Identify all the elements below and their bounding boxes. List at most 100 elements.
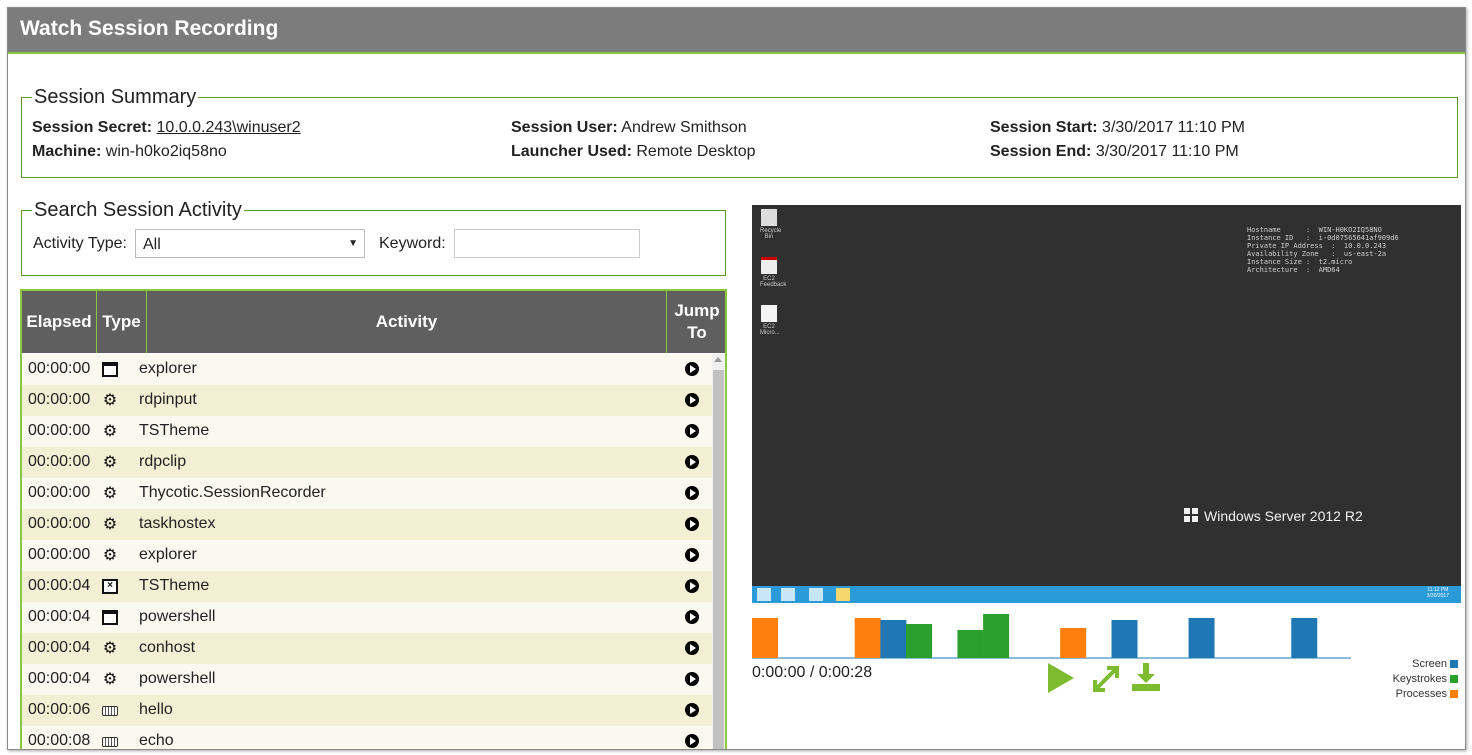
fullscreen-button[interactable]: [1091, 664, 1121, 694]
jump-to-play-icon[interactable]: [685, 455, 699, 469]
launcher-used: Launcher Used: Remote Desktop: [511, 143, 756, 161]
jump-to-play-icon[interactable]: [685, 424, 699, 438]
timeline-bar-screen[interactable]: [1188, 618, 1215, 658]
legend-keystrokes: Keystrokes: [1378, 673, 1458, 688]
timeline-bar-processes[interactable]: [752, 618, 778, 658]
session-start-label: Session Start:: [990, 119, 1098, 136]
header-type[interactable]: Type: [97, 291, 147, 353]
elapsed-cell: 00:00:00: [28, 360, 91, 377]
table-row[interactable]: 00:00:04 × TSTheme: [22, 571, 712, 602]
activity-cell: TSTheme: [139, 577, 210, 594]
elapsed-cell: 00:00:00: [28, 391, 91, 408]
activity-timeline[interactable]: [752, 612, 1461, 662]
activity-cell: powershell: [139, 608, 216, 625]
timeline-bar-screen[interactable]: [1291, 618, 1318, 658]
ec2-feedback-icon: [761, 257, 777, 274]
activity-cell: taskhostex: [139, 515, 216, 532]
grid-scrollbar[interactable]: [712, 354, 725, 749]
desktop-icon-ec2-micro[interactable]: EC2 Micro...: [760, 305, 780, 336]
keyword-input[interactable]: [454, 229, 640, 258]
download-button[interactable]: [1131, 662, 1161, 692]
desktop-icon-recycle-bin[interactable]: Recycle Bin: [760, 209, 782, 240]
window-icon: [102, 610, 118, 625]
recycle-bin-icon: [761, 209, 777, 226]
table-row[interactable]: 00:00:00 ⚙ explorer: [22, 540, 712, 571]
legend-label: Keystrokes: [1392, 673, 1447, 685]
timeline-bar-keystrokes[interactable]: [983, 614, 1010, 658]
table-row[interactable]: 00:00:00 ⚙ rdpinput: [22, 385, 712, 416]
gear-icon: ⚙: [102, 547, 118, 564]
remote-taskbar: 11:12 PM 3/30/2017: [752, 586, 1461, 603]
jump-to-play-icon[interactable]: [685, 517, 699, 531]
elapsed-cell: 00:00:04: [28, 639, 91, 656]
session-user-label: Session User:: [511, 119, 618, 136]
desktop-icon-label: Recycle Bin: [760, 228, 782, 240]
jump-to-play-icon[interactable]: [685, 486, 699, 500]
activity-cell: rdpinput: [139, 391, 197, 408]
jump-to-play-icon[interactable]: [685, 362, 699, 376]
server-manager-icon: [781, 588, 795, 601]
gear-icon: ⚙: [102, 392, 118, 409]
timeline-bar-keystrokes[interactable]: [957, 630, 984, 658]
timeline-bar-processes[interactable]: [854, 618, 881, 658]
timeline-bar-processes[interactable]: [1060, 628, 1087, 658]
activity-cell: Thycotic.SessionRecorder: [139, 484, 326, 501]
activity-type-label: Activity Type:: [33, 235, 127, 252]
table-row[interactable]: 00:00:00 explorer: [22, 354, 712, 385]
jump-to-play-icon[interactable]: [685, 734, 699, 748]
timeline-bar-keystrokes[interactable]: [906, 624, 933, 658]
session-secret-link[interactable]: 10.0.0.243\winuser2: [157, 119, 301, 136]
session-start-value: 3/30/2017 11:10 PM: [1102, 119, 1245, 136]
activity-type-select[interactable]: All ▼: [135, 229, 365, 258]
bginfo-line: Instance ID : i-0d07565641af909d6: [1247, 234, 1399, 242]
jump-to-play-icon[interactable]: [685, 548, 699, 562]
recording-screen[interactable]: Recycle Bin EC2 Feedback EC2 Micro... Ho…: [752, 205, 1461, 603]
scroll-up-arrow-icon[interactable]: [714, 357, 722, 362]
time-readout: 0:00:00 / 0:00:28: [752, 664, 873, 681]
remote-clock: 11:12 PM 3/30/2017: [1427, 587, 1449, 599]
activity-cell: powershell: [139, 670, 216, 687]
gear-icon: ⚙: [102, 485, 118, 502]
jump-to-play-icon[interactable]: [685, 393, 699, 407]
jump-to-play-icon[interactable]: [685, 579, 699, 593]
legend-label: Processes: [1395, 688, 1447, 700]
clock-date: 3/30/2017: [1426, 593, 1449, 599]
timeline-bar-screen[interactable]: [1111, 620, 1138, 658]
session-secret: Session Secret: 10.0.0.243\winuser2: [32, 119, 301, 137]
elapsed-cell: 00:00:00: [28, 453, 91, 470]
table-row[interactable]: 00:00:00 ⚙ rdpclip: [22, 447, 712, 478]
desktop-icon-ec2-feedback[interactable]: EC2 Feedback: [760, 257, 786, 288]
close-window-icon: ×: [102, 579, 118, 594]
play-button[interactable]: [1048, 663, 1074, 693]
jump-to-play-icon[interactable]: [685, 703, 699, 717]
header-jump-to[interactable]: Jump To: [667, 291, 725, 353]
bginfo-line: Availability Zone : us-east-2a: [1247, 250, 1387, 258]
table-row[interactable]: 00:00:00 ⚙ TSTheme: [22, 416, 712, 447]
header-activity[interactable]: Activity: [147, 291, 667, 353]
keyboard-icon: [102, 737, 118, 747]
jump-to-play-icon[interactable]: [685, 610, 699, 624]
jump-to-play-icon[interactable]: [685, 672, 699, 686]
os-label: Windows Server 2012 R2: [1204, 508, 1363, 524]
scroll-thumb[interactable]: [713, 370, 724, 749]
table-row[interactable]: 00:00:06 hello: [22, 695, 712, 726]
window-icon: [102, 362, 118, 377]
session-secret-label: Session Secret:: [32, 119, 153, 136]
table-row[interactable]: 00:00:08 echo: [22, 726, 712, 749]
header-elapsed[interactable]: Elapsed: [22, 291, 97, 353]
table-row[interactable]: 00:00:04 ⚙ conhost: [22, 633, 712, 664]
timeline-bar-screen[interactable]: [880, 620, 907, 658]
gear-icon: ⚙: [102, 516, 118, 533]
launcher-label: Launcher Used:: [511, 143, 632, 160]
bginfo-line: Hostname : WIN-H0KO2IQ58NO: [1247, 226, 1382, 234]
table-row[interactable]: 00:00:04 powershell: [22, 602, 712, 633]
activity-cell: echo: [139, 732, 174, 749]
table-row[interactable]: 00:00:00 ⚙ Thycotic.SessionRecorder: [22, 478, 712, 509]
table-row[interactable]: 00:00:04 ⚙ powershell: [22, 664, 712, 695]
title-bar: Watch Session Recording: [8, 8, 1465, 54]
table-row[interactable]: 00:00:00 ⚙ taskhostex: [22, 509, 712, 540]
jump-to-play-icon[interactable]: [685, 641, 699, 655]
elapsed-cell: 00:00:04: [28, 608, 91, 625]
elapsed-cell: 00:00:08: [28, 732, 91, 749]
keyboard-icon: [102, 706, 118, 716]
